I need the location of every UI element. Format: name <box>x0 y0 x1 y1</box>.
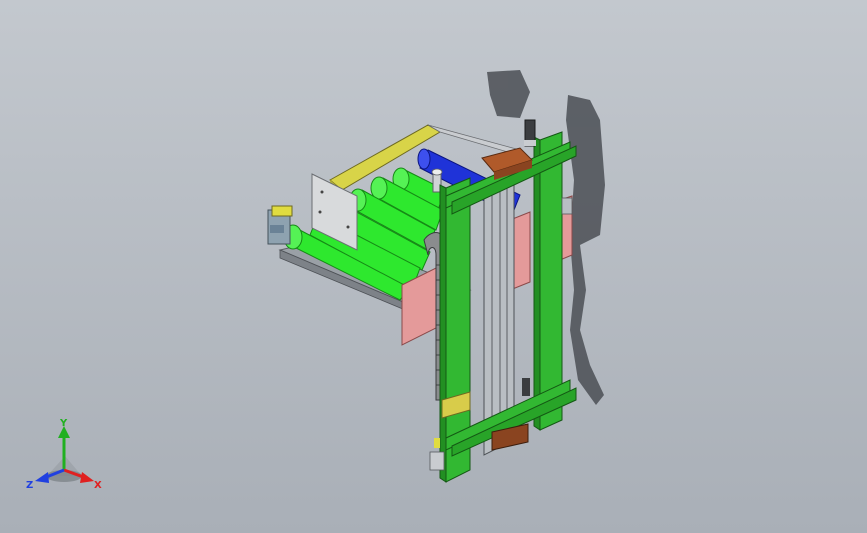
x-axis-label: X <box>94 480 102 491</box>
end-bracket <box>561 197 573 215</box>
y-axis-label: Y <box>59 418 68 429</box>
3d-viewport[interactable] <box>0 0 867 533</box>
z-axis-label: Z <box>26 480 33 491</box>
coordinate-triad[interactable]: Y X Z <box>22 418 112 498</box>
motor-unit <box>267 205 293 245</box>
top-cylinder <box>524 119 536 147</box>
conveyor-model[interactable] <box>267 119 577 483</box>
